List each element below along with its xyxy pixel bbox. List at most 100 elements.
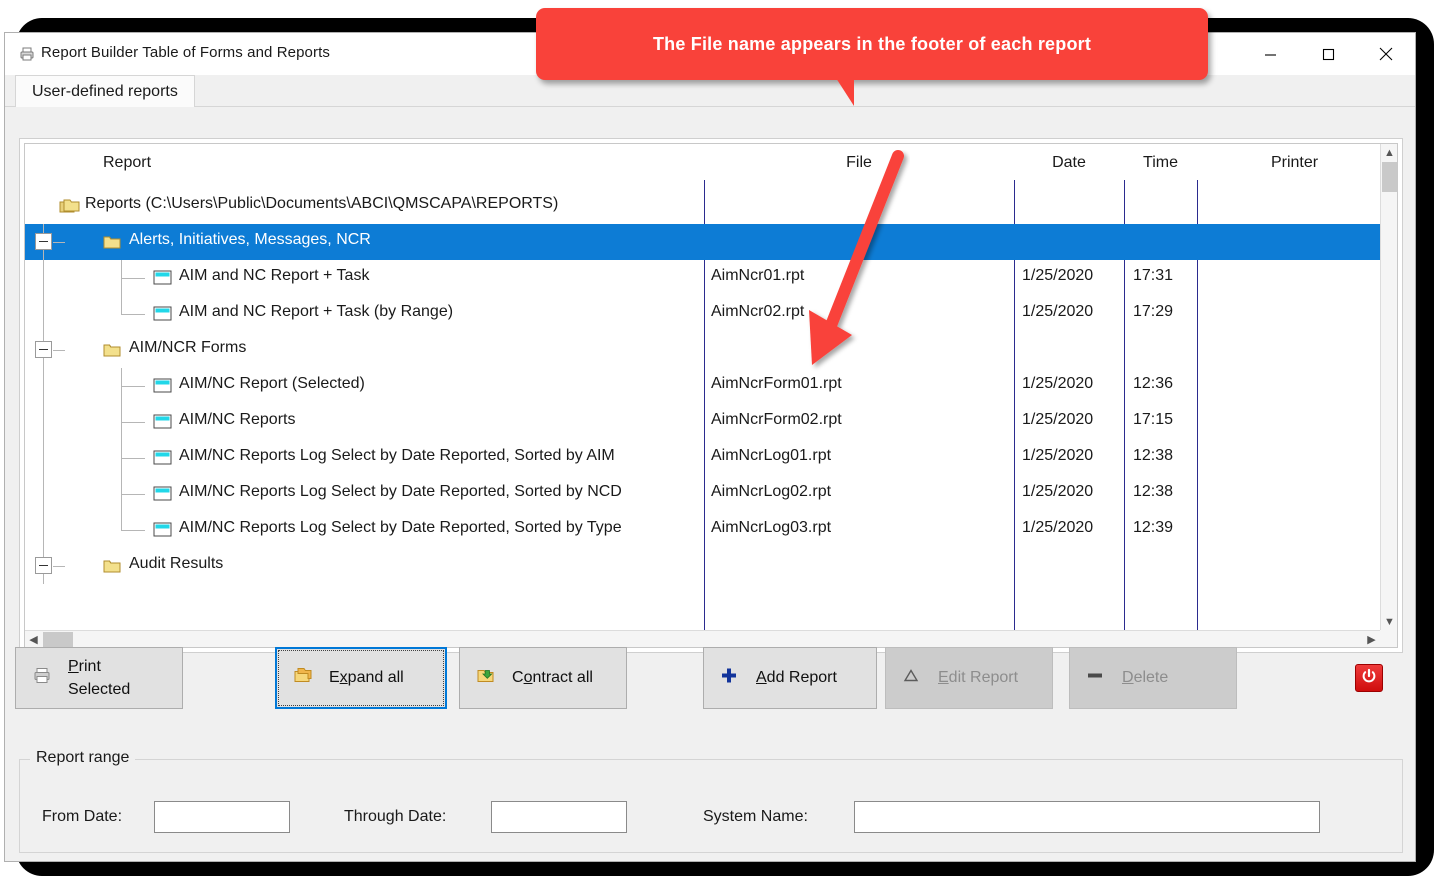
column-header-printer[interactable]: Printer [1197, 154, 1380, 172]
report-builder-window: Report Builder Table of Forms and Report… [4, 32, 1416, 862]
edit-report-button[interactable]: Edit Report [885, 647, 1053, 709]
add-report-label: Add Report [756, 669, 837, 687]
reports-grid-body: Report File Date Time Printer Reports (C… [25, 144, 1380, 630]
tab-label: User-defined reports [32, 83, 178, 101]
scrollbar-corner [1380, 630, 1397, 647]
reports-grid[interactable]: Report File Date Time Printer Reports (C… [24, 143, 1398, 648]
time-cell: 12:36 [1133, 375, 1173, 393]
report-name-label: AIM/NC Reports Log Select by Date Report… [179, 447, 615, 465]
report-name-label: AIM/NCR Forms [129, 339, 246, 357]
table-row[interactable]: Reports (C:\Users\Public\Documents\ABCI\… [25, 188, 1380, 224]
time-cell: 17:15 [1133, 411, 1173, 429]
table-row[interactable]: AIM/NC Reports AimNcrForm02.rpt 1/25/2020 1… [25, 404, 1380, 440]
exit-power-button[interactable] [1355, 664, 1383, 692]
print-selected-button[interactable]: Print Selected [15, 647, 183, 709]
report-name-label: Reports (C:\Users\Public\Documents\ABCI\… [85, 195, 558, 213]
report-name-label: AIM/NC Reports [179, 411, 295, 429]
tab-user-defined-reports[interactable]: User-defined reports [15, 75, 195, 107]
report-name-cell: Reports (C:\Users\Public\Documents\ABCI\… [25, 188, 704, 224]
scroll-up-icon[interactable]: ▲ [1381, 144, 1398, 161]
report-name-cell: Audit Results [25, 548, 704, 584]
time-cell: 12:38 [1133, 447, 1173, 465]
report-name-cell: AIM/NC Reports Log Select by Date Report… [25, 512, 704, 548]
date-cell: 1/25/2020 [1022, 411, 1093, 429]
printer-icon [19, 46, 35, 62]
add-report-button[interactable]: Add Report [703, 647, 877, 709]
callout-banner: The File name appears in the footer of e… [536, 8, 1208, 80]
contract-all-button[interactable]: Contract all [459, 647, 627, 709]
scroll-left-icon[interactable]: ◀ [25, 631, 42, 648]
time-cell: 17:29 [1133, 303, 1173, 321]
system-name-label: System Name: [703, 808, 808, 826]
window-controls [1241, 33, 1415, 75]
report-name-cell: AIM and NC Report + Task [25, 260, 704, 296]
delete-button[interactable]: Delete [1069, 647, 1237, 709]
file-cell: AimNcrForm01.rpt [711, 375, 842, 393]
system-name-input[interactable] [854, 801, 1320, 833]
table-row[interactable]: AIM/NC Reports Log Select by Date Report… [25, 476, 1380, 512]
scroll-down-icon[interactable]: ▼ [1381, 613, 1398, 630]
vertical-scrollbar-thumb[interactable] [1382, 162, 1397, 192]
from-date-label: From Date: [42, 808, 122, 826]
contract-all-label: Contract all [512, 669, 593, 687]
date-cell: 1/25/2020 [1022, 519, 1093, 537]
expand-all-label: Expand all [329, 669, 404, 687]
scroll-right-icon[interactable]: ▶ [1363, 631, 1380, 648]
table-row[interactable]: Alerts, Initiatives, Messages, NCR [25, 224, 1380, 260]
date-cell: 1/25/2020 [1022, 303, 1093, 321]
report-name-cell: AIM/NC Reports [25, 404, 704, 440]
callout-text: The File name appears in the footer of e… [653, 34, 1091, 55]
vertical-scrollbar[interactable]: ▲ ▼ [1380, 144, 1397, 630]
report-name-cell: AIM/NCR Forms [25, 332, 704, 368]
date-cell: 1/25/2020 [1022, 375, 1093, 393]
window-title: Report Builder Table of Forms and Report… [41, 44, 330, 61]
expand-all-button[interactable]: Expand all [275, 647, 447, 709]
report-name-label: AIM/NC Report (Selected) [179, 375, 365, 393]
maximize-button[interactable] [1299, 33, 1357, 75]
file-cell: AimNcr02.rpt [711, 303, 804, 321]
table-row[interactable]: AIM and NC Report + Task (by Range) AimNc… [25, 296, 1380, 332]
grid-header-row: Report File Date Time Printer [25, 144, 1380, 188]
file-cell: AimNcrLog03.rpt [711, 519, 831, 537]
horizontal-scrollbar[interactable]: ◀ ▶ [25, 630, 1380, 647]
file-cell: AimNcrForm02.rpt [711, 411, 842, 429]
report-name-cell: AIM/NC Reports Log Select by Date Report… [25, 440, 704, 476]
date-cell: 1/25/2020 [1022, 267, 1093, 285]
report-name-cell: Alerts, Initiatives, Messages, NCR [25, 224, 704, 260]
from-date-input[interactable] [154, 801, 290, 833]
reports-grid-panel: Report File Date Time Printer Reports (C… [19, 138, 1403, 653]
table-row[interactable]: AIM and NC Report + TaskAimNcr01.rpt1/25… [25, 260, 1380, 296]
table-row[interactable]: AIM/NC Report (Selected) AimNcrForm01.rpt… [25, 368, 1380, 404]
print-selected-label-line2: Selected [68, 681, 130, 699]
column-header-file[interactable]: File [704, 154, 1014, 172]
report-name-cell: AIM/NC Reports Log Select by Date Report… [25, 476, 704, 512]
report-name-label: AIM and NC Report + Task (by Range) [179, 303, 453, 321]
report-name-cell: AIM/NC Report (Selected) [25, 368, 704, 404]
report-name-label: AIM and NC Report + Task [179, 267, 369, 285]
table-row[interactable]: AIM/NCR Forms [25, 332, 1380, 368]
report-name-label: Alerts, Initiatives, Messages, NCR [129, 231, 371, 249]
report-name-label: AIM/NC Reports Log Select by Date Report… [179, 519, 622, 537]
time-cell: 17:31 [1133, 267, 1173, 285]
column-header-time[interactable]: Time [1124, 154, 1197, 172]
report-name-label: AIM/NC Reports Log Select by Date Report… [179, 483, 622, 501]
date-cell: 1/25/2020 [1022, 483, 1093, 501]
through-date-input[interactable] [491, 801, 627, 833]
minimize-button[interactable] [1241, 33, 1299, 75]
table-row[interactable]: Audit Results [25, 548, 1380, 584]
print-selected-label-line1: Print [68, 658, 101, 676]
report-name-cell: AIM and NC Report + Task (by Range) [25, 296, 704, 332]
file-cell: AimNcrLog02.rpt [711, 483, 831, 501]
edit-report-label: Edit Report [938, 669, 1018, 687]
grid-rows: Reports (C:\Users\Public\Documents\ABCI\… [25, 188, 1380, 630]
report-range-group: Report range From Date: Through Date: Sy… [19, 759, 1403, 853]
table-row[interactable]: AIM/NC Reports Log Select by Date Report… [25, 512, 1380, 548]
column-header-report[interactable]: Report [103, 154, 151, 172]
table-row[interactable]: AIM/NC Reports Log Select by Date Report… [25, 440, 1380, 476]
close-button[interactable] [1357, 33, 1415, 75]
column-header-date[interactable]: Date [1014, 154, 1124, 172]
report-range-legend: Report range [30, 749, 135, 767]
horizontal-scrollbar-thumb[interactable] [43, 632, 73, 647]
power-icon [1360, 667, 1378, 690]
file-cell: AimNcrLog01.rpt [711, 447, 831, 465]
